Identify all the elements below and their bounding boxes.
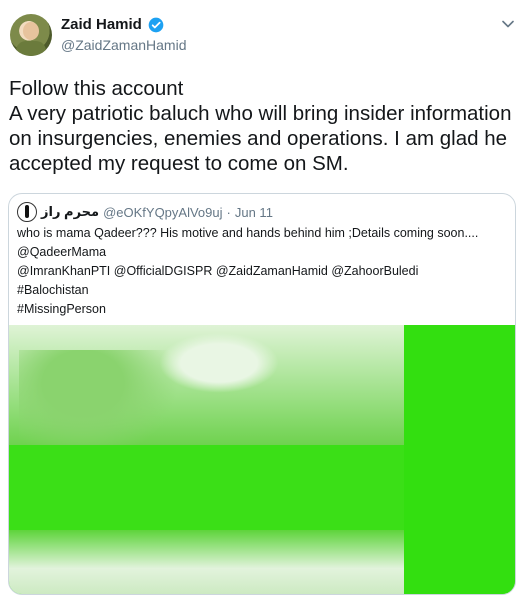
- chevron-down-icon[interactable]: [501, 17, 515, 31]
- image-region-highlight: [159, 333, 279, 393]
- quoted-line: #Balochistan: [17, 283, 89, 297]
- tweet-text: Follow this account A very patriotic bal…: [9, 77, 512, 175]
- image-region-middle: [9, 445, 404, 530]
- tweet-card: Zaid Hamid @ZaidZamanHamid Follow this a…: [0, 0, 532, 595]
- quoted-line: @ImranKhanPTI @OfficialDGISPR @ZaidZaman…: [17, 264, 419, 278]
- author-display-name[interactable]: Zaid Hamid: [61, 16, 142, 33]
- quoted-author-handle: @eOKfYQpyAlVo9uj: [103, 204, 223, 220]
- author-name-row: Zaid Hamid: [61, 16, 164, 33]
- author-handle[interactable]: @ZaidZamanHamid: [61, 37, 186, 53]
- image-region-right: [404, 325, 515, 594]
- quoted-tweet-text: who is mama Qadeer??? His motive and han…: [17, 224, 509, 319]
- quoted-author-name: محرم راز: [41, 204, 100, 219]
- separator-dot: ·: [226, 204, 231, 220]
- quoted-tweet-header: محرم راز @eOKfYQpyAlVo9uj · Jun 11: [17, 202, 273, 222]
- quoted-tweet-image[interactable]: [9, 325, 515, 594]
- quoted-tweet-date: Jun 11: [234, 204, 273, 220]
- image-region-blur: [19, 350, 179, 460]
- quoted-line: #MissingPerson: [17, 302, 106, 316]
- verified-badge-icon: [148, 17, 164, 32]
- quoted-line: who is mama Qadeer??? His motive and han…: [17, 226, 479, 240]
- avatar-shirt: [16, 41, 46, 56]
- quoted-tweet[interactable]: محرم راز @eOKfYQpyAlVo9uj · Jun 11 who i…: [8, 193, 516, 595]
- quoted-line: @QadeerMama: [17, 245, 107, 259]
- image-region-bottom: [9, 530, 404, 594]
- author-avatar[interactable]: [10, 14, 52, 56]
- avatar-face: [23, 22, 39, 40]
- quoted-author-avatar: [17, 202, 37, 222]
